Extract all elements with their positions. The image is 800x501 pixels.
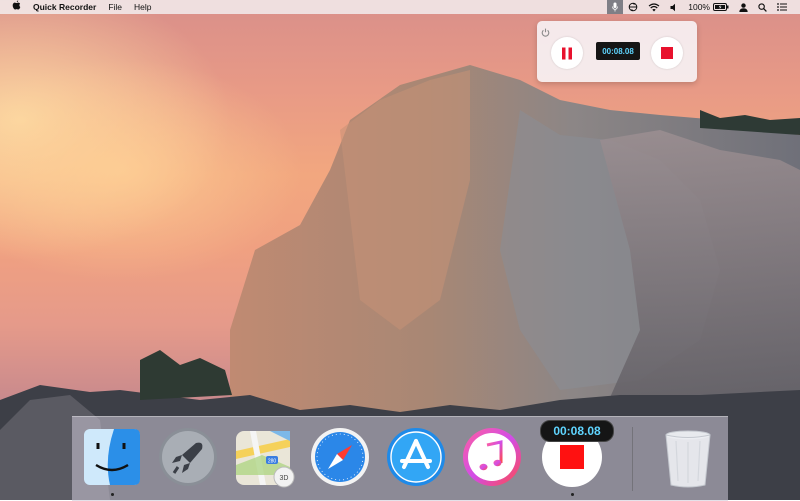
recorder-panel: 00:08.08 (537, 21, 697, 82)
dock-item-app-store[interactable] (384, 425, 448, 489)
maps-icon: 280 3D (236, 431, 295, 488)
finder-icon (84, 429, 140, 485)
pause-icon (562, 47, 572, 59)
user-icon[interactable] (734, 0, 753, 14)
pause-button[interactable] (551, 37, 583, 69)
launchpad-rocket-icon (159, 428, 217, 486)
maps-route-label: 280 (268, 459, 277, 465)
volume-icon[interactable] (665, 0, 683, 14)
dock-item-maps[interactable]: 280 3D (232, 425, 296, 489)
maps-3d-badge: 3D (280, 475, 289, 482)
dock-item-finder[interactable] (80, 425, 144, 496)
dock-item-launchpad[interactable] (156, 425, 220, 489)
dock: 280 3D (72, 416, 728, 501)
running-indicator (571, 493, 574, 496)
file-menu[interactable]: File (102, 0, 128, 14)
stop-icon (661, 47, 673, 59)
help-menu[interactable]: Help (128, 0, 157, 14)
wifi-icon[interactable] (643, 0, 665, 14)
running-indicator (111, 493, 114, 496)
stop-button[interactable] (651, 37, 683, 69)
dock-item-itunes[interactable] (460, 425, 524, 489)
microphone-icon[interactable] (607, 0, 624, 14)
dock-separator (632, 427, 633, 491)
sync-icon[interactable] (623, 0, 643, 14)
power-icon[interactable] (541, 24, 550, 42)
battery-icon[interactable] (712, 0, 734, 14)
itunes-music-icon (463, 428, 521, 486)
safari-compass-icon (311, 428, 369, 486)
battery-percent[interactable]: 100% (683, 0, 712, 14)
recording-timer: 00:08.08 (596, 42, 640, 60)
app-store-icon (387, 428, 445, 486)
apple-icon[interactable] (0, 0, 27, 14)
dock-recording-timer-badge: 00:08.08 (540, 420, 614, 442)
app-menu[interactable]: Quick Recorder (27, 0, 102, 14)
search-icon[interactable] (753, 0, 772, 14)
dock-item-safari[interactable] (308, 425, 372, 489)
list-icon[interactable] (772, 0, 792, 14)
menu-bar: Quick Recorder File Help 100% (0, 0, 800, 14)
trash-icon (665, 430, 711, 488)
dock-item-trash[interactable] (656, 425, 720, 489)
